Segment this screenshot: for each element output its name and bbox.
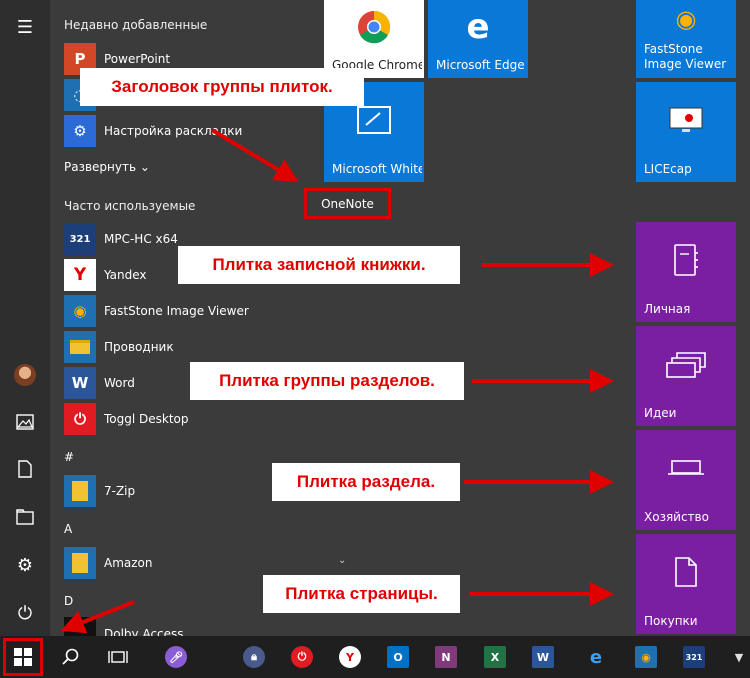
app-label: Настройка раскладки bbox=[104, 124, 243, 138]
tile-label: Хозяйство bbox=[644, 510, 709, 524]
letter-hash[interactable]: # bbox=[64, 450, 74, 464]
app-faststone[interactable]: ◉ FastStone Image Viewer bbox=[64, 293, 309, 329]
fox-icon[interactable]: ▼ bbox=[718, 636, 750, 678]
tile-label: Microsoft Whiteboard bbox=[332, 162, 422, 176]
tile-label: Личная bbox=[644, 302, 691, 316]
tile-label: FastStone Image Viewer bbox=[644, 42, 727, 71]
folder-icon bbox=[64, 547, 96, 579]
cortana-icon[interactable]: 🎤︎ bbox=[155, 636, 197, 678]
section-group-icon bbox=[636, 326, 736, 402]
avatar bbox=[14, 364, 36, 386]
faststone-icon: ◉ bbox=[64, 295, 96, 327]
toggl-icon[interactable]: ⏻ bbox=[281, 636, 323, 678]
tile-section[interactable]: Хозяйство bbox=[636, 430, 736, 530]
start-button[interactable] bbox=[3, 638, 43, 676]
hamburger-menu-icon[interactable]: ☰ bbox=[0, 5, 50, 49]
toggl-icon: ⏻ bbox=[64, 403, 96, 435]
faststone-icon: ◉ bbox=[675, 5, 697, 33]
chevron-down-icon: ⌄ bbox=[139, 160, 150, 174]
yandex-icon[interactable]: Y bbox=[329, 636, 371, 678]
tile-page[interactable]: Покупки bbox=[636, 534, 736, 634]
notebook-icon bbox=[636, 222, 736, 298]
app-label: Toggl Desktop bbox=[104, 412, 189, 426]
app-label: Word bbox=[104, 376, 135, 390]
edge-icon: e bbox=[466, 7, 490, 47]
settings-app-icon: ⚙ bbox=[64, 115, 96, 147]
app-label: PowerPoint bbox=[104, 52, 171, 66]
app-label: Dolby Access bbox=[104, 627, 184, 636]
taskbar: 🎤︎ 🔒︎ ⏻ Y O N X W e ◉ 321 ▼ bbox=[0, 636, 750, 678]
power-icon[interactable]: ⏻ bbox=[0, 591, 50, 635]
app-label: FastStone Image Viewer bbox=[104, 304, 249, 318]
callout-group-title: Заголовок группы плиток. bbox=[80, 68, 364, 106]
onenote-icon[interactable]: N bbox=[425, 636, 467, 678]
app-dolby[interactable]: Dolby Access bbox=[64, 617, 309, 636]
tile-label: LICEcap bbox=[644, 162, 692, 176]
mpc-hc-icon[interactable]: 321 bbox=[673, 636, 715, 678]
callout-page: Плитка страницы. bbox=[263, 575, 460, 613]
tile-label: Microsoft Edge bbox=[436, 58, 525, 72]
tile-section-group[interactable]: Идеи bbox=[636, 326, 736, 426]
tile-group-title[interactable]: OneNote bbox=[304, 188, 391, 219]
callout-section-group: Плитка группы разделов. bbox=[190, 362, 464, 400]
page-icon bbox=[636, 534, 736, 610]
tile-label: Идеи bbox=[644, 406, 677, 420]
search-icon[interactable] bbox=[50, 636, 92, 678]
app-toggl[interactable]: ⏻ Toggl Desktop bbox=[64, 401, 309, 437]
keepass-icon[interactable]: 🔒︎ bbox=[233, 636, 275, 678]
callout-notebook: Плитка записной книжки. bbox=[178, 246, 460, 284]
expand-button[interactable]: Развернуть ⌄ bbox=[64, 160, 150, 174]
documents-icon[interactable] bbox=[0, 447, 50, 491]
yandex-icon: Y bbox=[64, 259, 96, 291]
file-explorer-icon[interactable] bbox=[0, 495, 50, 539]
pictures-icon[interactable] bbox=[0, 400, 50, 444]
tile-google-chrome[interactable]: Google Chrome bbox=[324, 0, 424, 78]
task-view-icon[interactable] bbox=[97, 636, 139, 678]
expand-label: Развернуть bbox=[64, 160, 137, 174]
settings-icon[interactable]: ⚙ bbox=[0, 543, 50, 587]
tile-licecap[interactable]: LICEcap bbox=[636, 82, 736, 182]
letter-a[interactable]: A bbox=[64, 522, 72, 536]
app-label: MPC-HC x64 bbox=[104, 232, 178, 246]
frequent-header: Часто используемые bbox=[64, 199, 196, 213]
callout-section: Плитка раздела. bbox=[272, 463, 460, 501]
explorer-icon bbox=[64, 331, 96, 363]
letter-d[interactable]: D bbox=[64, 594, 73, 608]
tile-label: Покупки bbox=[644, 614, 698, 628]
tile-notebook[interactable]: Личная bbox=[636, 222, 736, 322]
licecap-icon bbox=[636, 82, 736, 158]
recently-added-header: Недавно добавленные bbox=[64, 18, 208, 32]
app-explorer[interactable]: Проводник bbox=[64, 329, 309, 365]
faststone-icon[interactable]: ◉ bbox=[625, 636, 667, 678]
folder-icon bbox=[64, 475, 96, 507]
user-avatar[interactable] bbox=[0, 353, 50, 397]
app-label: Проводник bbox=[104, 340, 174, 354]
chrome-icon bbox=[324, 0, 424, 54]
app-label: 7-Zip bbox=[104, 484, 136, 498]
app-label: Amazon bbox=[104, 556, 153, 570]
word-icon: W bbox=[64, 367, 96, 399]
section-icon bbox=[636, 430, 736, 506]
word-icon[interactable]: W bbox=[522, 636, 564, 678]
start-icon bbox=[14, 648, 32, 666]
outlook-icon[interactable]: O bbox=[377, 636, 419, 678]
tile-microsoft-edge[interactable]: e Microsoft Edge bbox=[428, 0, 528, 78]
edge-icon[interactable]: e bbox=[575, 636, 617, 678]
mpc-hc-icon: 321 bbox=[64, 223, 96, 255]
excel-icon[interactable]: X bbox=[474, 636, 516, 678]
dolby-icon bbox=[64, 617, 96, 636]
tile-faststone[interactable]: ◉ FastStone Image Viewer bbox=[636, 0, 736, 78]
start-rail: ☰ ⚙ ⏻ bbox=[0, 0, 50, 636]
app-keyboard-settings[interactable]: ⚙ Настройка раскладки bbox=[64, 113, 309, 149]
app-label: Yandex bbox=[104, 268, 147, 282]
chevron-down-icon[interactable]: ⌄ bbox=[338, 555, 346, 566]
